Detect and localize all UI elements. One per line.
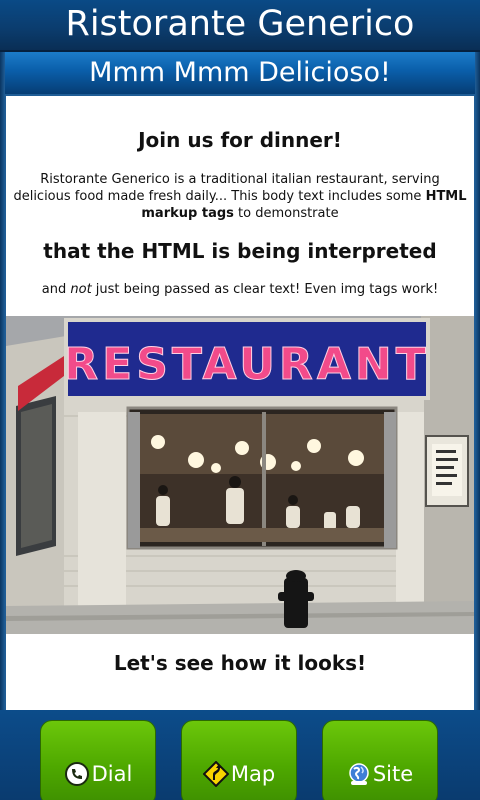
phone-icon (64, 761, 90, 787)
heading-join-us: Join us for dinner! (138, 128, 342, 152)
map-button-label: Map (230, 762, 276, 786)
app-window: Ristorante Generico Mmm Mmm Delicioso! J… (0, 0, 480, 800)
site-button-label: Site (372, 762, 414, 786)
site-button[interactable]: Site (322, 720, 438, 800)
clear-text-line: and not just being passed as clear text!… (6, 281, 474, 298)
dial-button-label: Dial (91, 762, 133, 786)
body-text-part1: Ristorante Generico is a traditional ita… (13, 172, 440, 204)
clear-text-suffix: just being passed as clear text! Even im… (91, 282, 439, 297)
map-button[interactable]: Map (181, 720, 297, 800)
clear-text-prefix: and (41, 282, 71, 297)
restaurant-photo: RESTAURANT (6, 316, 474, 634)
app-title: Ristorante Generico (0, 0, 480, 52)
road-sign-icon (202, 761, 229, 787)
dial-button[interactable]: Dial (40, 720, 156, 800)
bottom-button-bar: Dial Map Site (0, 710, 480, 800)
globe-icon (347, 761, 371, 787)
body-paragraph: Ristorante Generico is a traditional ita… (12, 171, 468, 222)
clear-text-em: not (70, 282, 92, 297)
heading-html-interpreted: that the HTML is being interpreted (43, 239, 437, 263)
webview-content[interactable]: Join us for dinner! Ristorante Generico … (6, 96, 474, 710)
app-subtitle: Mmm Mmm Delicioso! (5, 52, 475, 94)
body-text-part2: to demonstrate (233, 206, 339, 221)
heading-lets-see: Let's see how it looks! (113, 651, 367, 675)
sign-text: RESTAURANT (64, 339, 429, 390)
